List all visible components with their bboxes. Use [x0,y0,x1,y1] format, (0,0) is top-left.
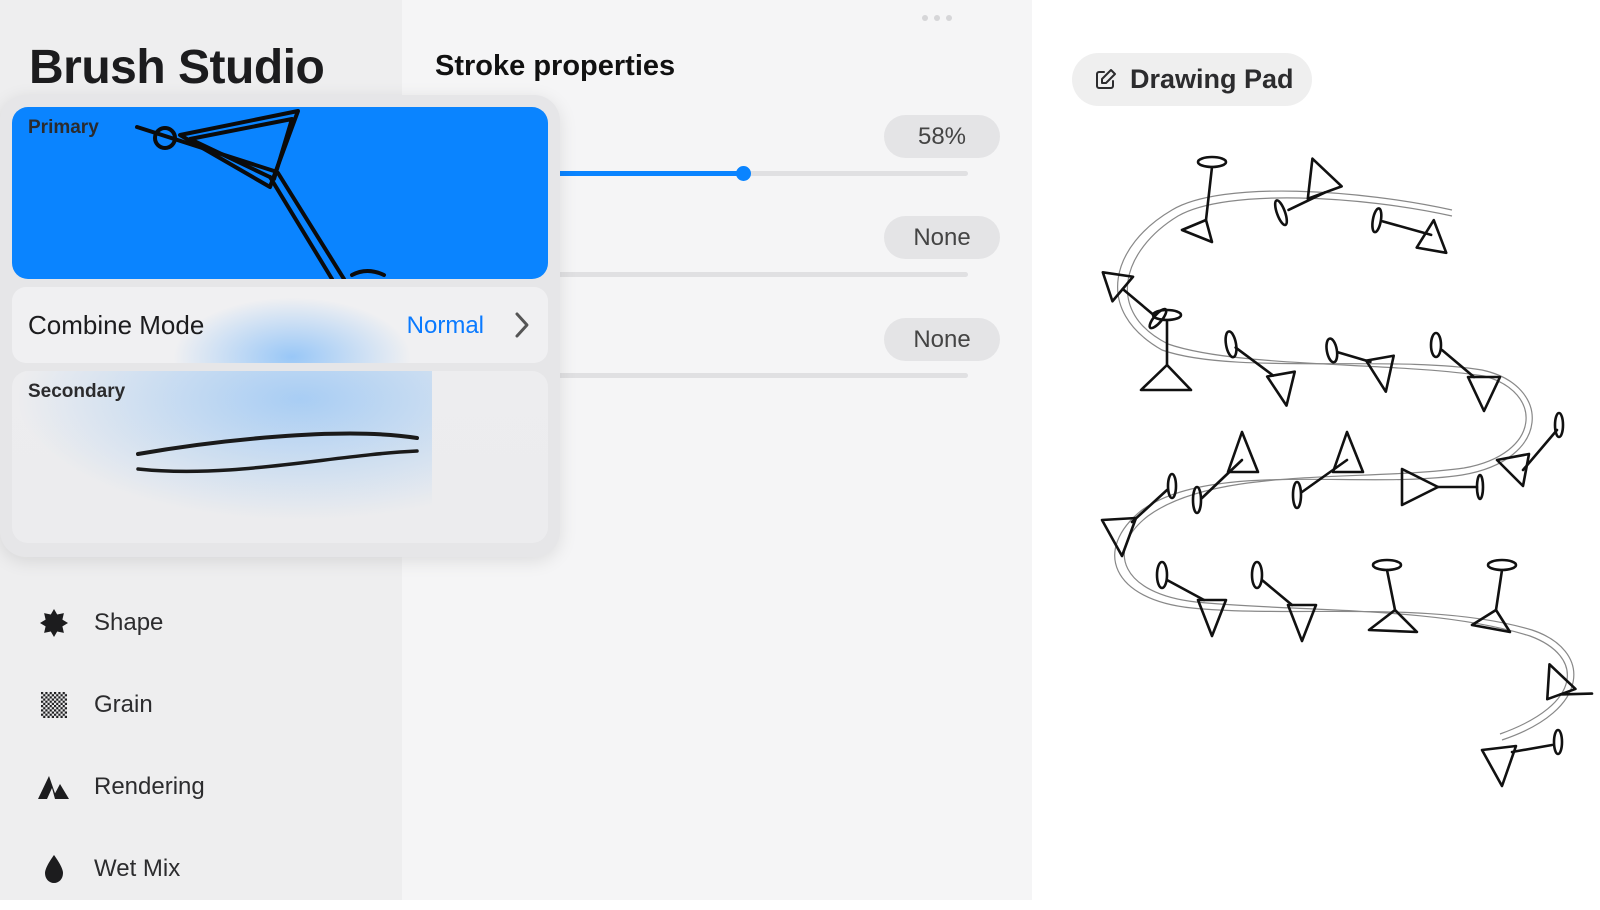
brush-popover: Primary Combine Mode Normal Secondary [0,95,560,557]
drawing-pad-button[interactable]: Drawing Pad [1072,53,1312,106]
drawing-pad-label: Drawing Pad [1130,64,1294,94]
sidebar-item-wet-mix[interactable]: Wet Mix [0,828,402,910]
drawing-canvas[interactable] [1032,130,1600,830]
slider-fill [548,171,743,176]
drag-handle[interactable] [922,15,952,21]
sidebar-item-label: Shape [94,609,164,636]
drawing-pad[interactable]: Drawing Pad [1032,0,1600,900]
slider-knob[interactable] [735,166,751,181]
stroke-slider[interactable] [548,166,968,181]
sidebar-item-shape[interactable]: Shape [0,582,402,664]
stroke-value-pill[interactable]: None [884,216,1000,259]
sidebar-item-label: Grain [94,691,153,718]
combine-mode-value: Normal [406,312,484,339]
stroke-value-pill[interactable]: None [884,318,1000,361]
sidebar-item-label: Rendering [94,773,205,800]
primary-brush-card[interactable]: Primary [12,107,548,279]
shape-icon [34,608,74,638]
rendering-icon [34,774,74,800]
stroke-value-pill[interactable]: 58% [884,115,1000,158]
stroke-slider[interactable] [548,272,968,277]
section-title: Stroke properties [435,50,676,82]
combine-mode-row[interactable]: Combine Mode Normal [12,287,548,363]
app-title: Brush Studio [29,41,325,94]
wet-mix-icon [34,854,74,884]
sidebar-item-rendering[interactable]: Rendering [0,746,402,828]
stroke-slider[interactable] [548,373,968,378]
primary-label: Primary [28,117,99,138]
edit-icon [1092,67,1118,93]
sidebar-item-label: Wet Mix [94,855,181,882]
combine-mode-label: Combine Mode [28,310,205,340]
grain-icon [34,692,74,718]
sidebar-item-grain[interactable]: Grain [0,664,402,746]
secondary-label: Secondary [28,381,126,402]
secondary-brush-card[interactable]: Secondary [12,371,548,543]
sidebar-nav: Shape Grain Rendering Wet Mix [0,582,402,910]
chevron-right-icon [514,311,530,344]
